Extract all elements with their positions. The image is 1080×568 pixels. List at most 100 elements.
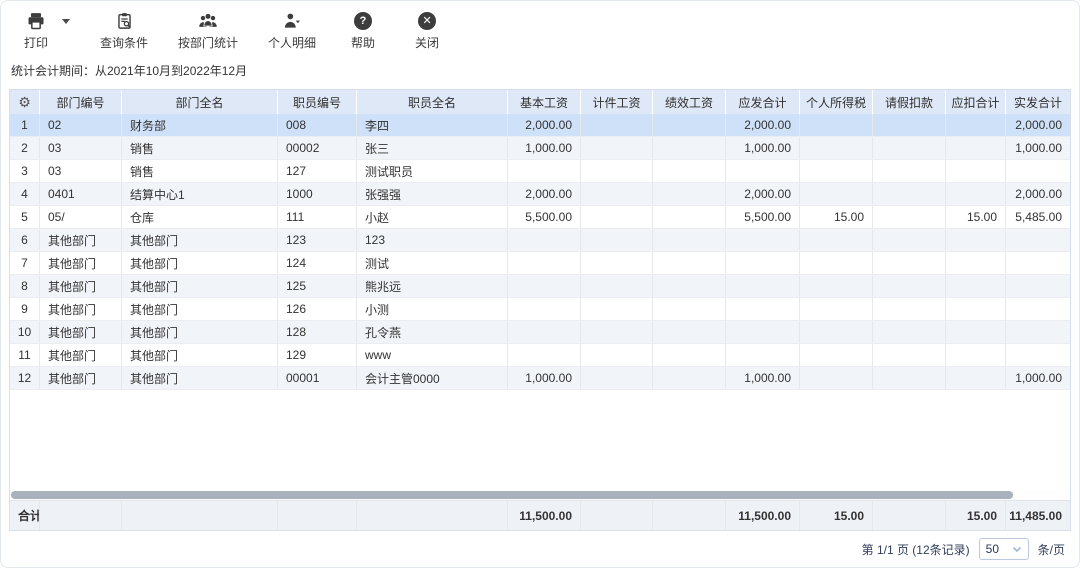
gear-icon[interactable]: ⚙ <box>18 95 31 109</box>
table-cell <box>653 206 726 228</box>
table-cell: 测试职员 <box>357 160 508 182</box>
table-cell <box>653 114 726 136</box>
table-cell <box>1006 298 1070 320</box>
table-cell <box>800 321 873 343</box>
page-info: 第 1/1 页 (12条记录) <box>862 541 970 558</box>
help-glyph: ? <box>354 12 372 30</box>
table-row[interactable]: 303销售127测试职员 <box>10 160 1070 183</box>
table-cell <box>873 321 946 343</box>
table-cell <box>800 183 873 205</box>
table-cell: 124 <box>278 252 357 274</box>
table-cell <box>800 137 873 159</box>
total-cell <box>581 501 653 530</box>
table-row[interactable]: 203销售00002张三1,000.001,000.001,000.00 <box>10 137 1070 160</box>
help-button[interactable]: ? 帮助 <box>346 11 380 51</box>
table-row[interactable]: 9其他部门其他部门126小测 <box>10 298 1070 321</box>
column-header: 个人所得税 <box>800 90 873 114</box>
table-row[interactable]: 102财务部008李四2,000.002,000.002,000.00 <box>10 114 1070 137</box>
table-cell <box>581 160 653 182</box>
table-cell <box>946 344 1006 366</box>
salary-statistics-window: 打印 查询条件 <box>0 0 1080 568</box>
table-cell: 00001 <box>278 367 357 389</box>
table-cell <box>1006 275 1070 297</box>
table-cell: 其他部门 <box>122 252 278 274</box>
table-cell <box>508 344 581 366</box>
row-number-cell: 8 <box>10 275 40 297</box>
table-body: 102财务部008李四2,000.002,000.002,000.00203销售… <box>10 114 1070 390</box>
table-cell: 小测 <box>357 298 508 320</box>
table-cell: 111 <box>278 206 357 228</box>
department-stats-label: 按部门统计 <box>178 34 238 51</box>
table-cell <box>581 367 653 389</box>
table-cell <box>800 229 873 251</box>
table-cell <box>726 275 800 297</box>
row-number-cell: 12 <box>10 367 40 389</box>
table-cell <box>653 137 726 159</box>
page-size-select[interactable]: 50 <box>979 538 1029 560</box>
table-cell <box>946 321 1006 343</box>
table-cell <box>653 344 726 366</box>
table-row[interactable]: 6其他部门其他部门123123 <box>10 229 1070 252</box>
horizontal-scrollbar[interactable] <box>10 490 1070 500</box>
total-cell: 11,485.00 <box>1006 501 1070 530</box>
table-cell <box>581 229 653 251</box>
print-label: 打印 <box>24 34 48 51</box>
print-button[interactable]: 打印 <box>19 11 53 51</box>
table-cell <box>946 367 1006 389</box>
table-cell <box>508 275 581 297</box>
table-cell <box>946 275 1006 297</box>
table-cell <box>726 298 800 320</box>
table-row[interactable]: 8其他部门其他部门125熊兆远 <box>10 275 1070 298</box>
toolbar: 打印 查询条件 <box>19 11 444 51</box>
table-cell <box>873 298 946 320</box>
table-cell <box>726 160 800 182</box>
table-cell: 测试 <box>357 252 508 274</box>
person-detail-button[interactable]: 个人明细 <box>268 11 316 51</box>
table-cell <box>1006 344 1070 366</box>
department-stats-button[interactable]: 按部门统计 <box>178 11 238 51</box>
table-cell: 2,000.00 <box>726 183 800 205</box>
table-row[interactable]: 12其他部门其他部门00001会计主管00001,000.001,000.001… <box>10 367 1070 390</box>
print-dropdown-caret-icon[interactable] <box>62 19 70 24</box>
table-row[interactable]: 10其他部门其他部门128孔令燕 <box>10 321 1070 344</box>
table-cell: 其他部门 <box>40 321 122 343</box>
table-cell <box>946 252 1006 274</box>
table-row[interactable]: 40401结算中心11000张强强2,000.002,000.002,000.0… <box>10 183 1070 206</box>
table-cell <box>581 298 653 320</box>
table-row[interactable]: 505/仓库111小赵5,500.005,500.0015.0015.005,4… <box>10 206 1070 229</box>
table-cell <box>726 252 800 274</box>
table-cell <box>726 344 800 366</box>
table-cell <box>873 114 946 136</box>
table-cell <box>508 252 581 274</box>
help-label: 帮助 <box>351 34 375 51</box>
table-cell: 1,000.00 <box>508 367 581 389</box>
table-row[interactable]: 7其他部门其他部门124测试 <box>10 252 1070 275</box>
query-conditions-label: 查询条件 <box>100 34 148 51</box>
table-cell: 其他部门 <box>40 252 122 274</box>
row-number-cell: 10 <box>10 321 40 343</box>
table-cell: 会计主管0000 <box>357 367 508 389</box>
printer-icon <box>26 11 46 31</box>
column-settings-cell[interactable]: ⚙ <box>10 90 40 114</box>
close-button[interactable]: ✕ 关闭 <box>410 11 444 51</box>
column-header: 基本工资 <box>508 90 581 114</box>
table-cell <box>581 114 653 136</box>
page-size-unit: 条/页 <box>1038 541 1065 558</box>
row-number-cell: 2 <box>10 137 40 159</box>
table-row[interactable]: 11其他部门其他部门129www <box>10 344 1070 367</box>
table-cell: 财务部 <box>122 114 278 136</box>
scrollbar-thumb[interactable] <box>11 491 1013 499</box>
table-cell: 2,000.00 <box>1006 183 1070 205</box>
table-cell <box>581 275 653 297</box>
table-cell: 123 <box>278 229 357 251</box>
help-icon: ? <box>354 11 372 31</box>
table-cell: 其他部门 <box>122 275 278 297</box>
table-cell <box>946 137 1006 159</box>
table-cell: 2,000.00 <box>726 114 800 136</box>
person-detail-icon <box>282 11 302 31</box>
table-cell <box>873 183 946 205</box>
table-cell: 5,485.00 <box>1006 206 1070 228</box>
table-cell: 126 <box>278 298 357 320</box>
table-cell <box>508 321 581 343</box>
query-conditions-button[interactable]: 查询条件 <box>100 11 148 51</box>
